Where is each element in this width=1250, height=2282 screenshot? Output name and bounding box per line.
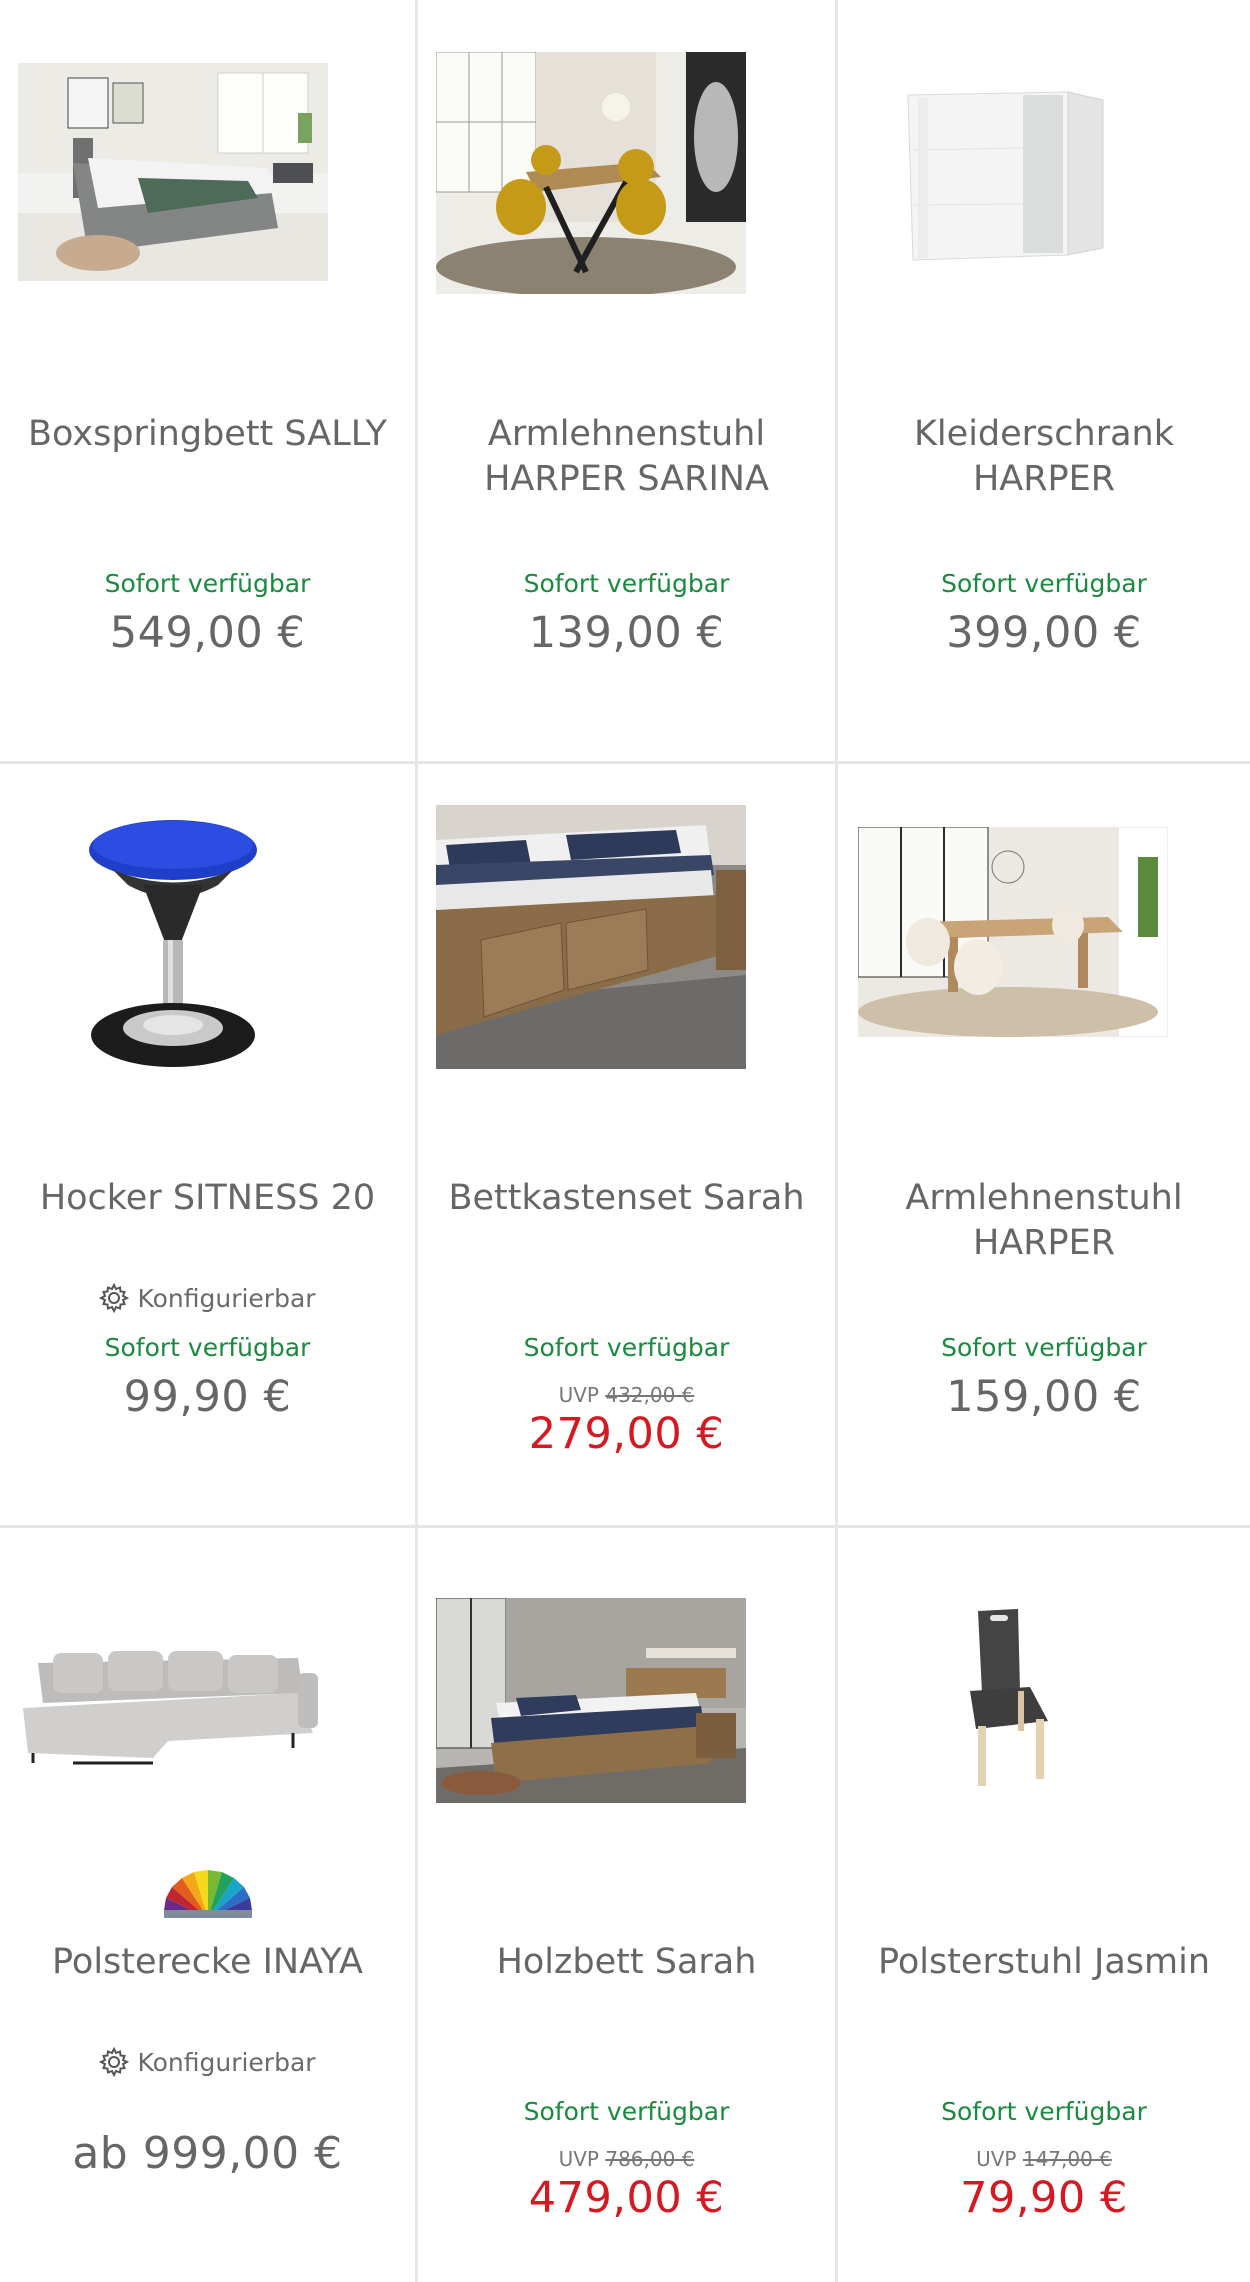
configurable-label: Konfigurierbar <box>137 2047 316 2077</box>
product-card-armlehnenstuhl-harper[interactable]: Armlehnenstuhl HARPER Sofort verfügbar 1… <box>838 764 1250 1528</box>
product-price: 159,00 € <box>946 1372 1142 1422</box>
product-title[interactable]: Kleiderschrank HARPER <box>838 412 1250 502</box>
availability-status: Sofort verfügbar <box>523 569 730 598</box>
product-image-bed[interactable] <box>18 62 328 282</box>
product-card-kleiderschrank-harper[interactable]: Kleiderschrank HARPER Sofort verfügbar 3… <box>838 0 1250 764</box>
product-card-holzbett-sarah[interactable]: Holzbett Sarah Sofort verfügbar UVP 786,… <box>418 1528 838 2282</box>
product-image-dining-set[interactable] <box>436 50 746 295</box>
uvp-old-price: 786,00 € <box>605 2147 695 2171</box>
product-card-boxspringbett-sally[interactable]: Boxspringbett SALLY Sofort verfügbar 549… <box>0 0 418 764</box>
availability-status: Sofort verfügbar <box>104 1333 311 1362</box>
color-palette-icon <box>0 1866 415 1920</box>
product-card-armlehnenstuhl-harper-sarina[interactable]: Armlehnenstuhl HARPER SARINA Sofort verf… <box>418 0 838 764</box>
availability-status: Sofort verfügbar <box>941 2097 1147 2126</box>
sale-price: 79,90 € <box>960 2173 1128 2223</box>
sale-price: 279,00 € <box>528 1409 725 1459</box>
product-image-storage-bed[interactable] <box>436 804 746 1069</box>
configurable-label: Konfigurierbar <box>137 1283 316 1313</box>
product-title[interactable]: Polsterstuhl Jasmin <box>838 1940 1250 1985</box>
product-card-polsterecke-inaya[interactable]: Polsterecke INAYA Konfigurierbar ab 999,… <box>0 1528 418 2282</box>
product-price: 139,00 € <box>528 608 725 658</box>
product-image-wardrobe[interactable] <box>858 50 1168 310</box>
uvp-old-price: 432,00 € <box>605 1383 695 1407</box>
gear-icon <box>99 1283 130 1313</box>
product-price: ab 999,00 € <box>72 2128 343 2179</box>
uvp-old-price: 147,00 € <box>1022 2147 1112 2171</box>
product-card-bettkastenset-sarah[interactable]: Bettkastenset Sarah Sofort verfügbar UVP… <box>418 764 838 1528</box>
configurable-badge: Konfigurierbar <box>0 1283 415 1313</box>
product-title[interactable]: Armlehnenstuhl HARPER <box>838 1176 1250 1266</box>
product-image-wood-bed[interactable] <box>436 1598 746 1803</box>
product-image-chair[interactable] <box>858 1598 1168 1798</box>
gear-icon <box>99 2047 130 2077</box>
product-title[interactable]: Boxspringbett SALLY <box>0 412 415 457</box>
uvp-price: UVP 432,00 € <box>418 1383 835 1407</box>
uvp-price: UVP 786,00 € <box>418 2147 835 2171</box>
product-title[interactable]: Hocker SITNESS 20 <box>0 1176 415 1221</box>
product-price: 99,90 € <box>123 1372 292 1422</box>
product-grid: Boxspringbett SALLY Sofort verfügbar 549… <box>0 0 1250 2282</box>
uvp-label: UVP <box>976 2147 1017 2171</box>
uvp-price: UVP 147,00 € <box>838 2147 1250 2171</box>
product-card-polsterstuhl-jasmin[interactable]: Polsterstuhl Jasmin Sofort verfügbar UVP… <box>838 1528 1250 2282</box>
uvp-label: UVP <box>558 1383 599 1407</box>
sale-price: 479,00 € <box>528 2173 725 2223</box>
product-price: 399,00 € <box>946 608 1142 658</box>
product-title[interactable]: Bettkastenset Sarah <box>418 1176 835 1221</box>
availability-status: Sofort verfügbar <box>523 2097 730 2126</box>
product-price: 549,00 € <box>109 608 306 658</box>
product-title[interactable]: Holzbett Sarah <box>418 1940 835 1985</box>
product-image-stool[interactable] <box>18 800 328 1080</box>
configurable-badge: Konfigurierbar <box>0 2047 415 2077</box>
availability-status: Sofort verfügbar <box>941 569 1147 598</box>
availability-status: Sofort verfügbar <box>941 1333 1147 1362</box>
availability-status: Sofort verfügbar <box>104 569 311 598</box>
availability-status: Sofort verfügbar <box>523 1333 730 1362</box>
product-card-hocker-sitness-20[interactable]: Hocker SITNESS 20 Konfigurierbar Sofort … <box>0 764 418 1528</box>
product-title[interactable]: Armlehnenstuhl HARPER SARINA <box>418 412 835 502</box>
product-image-sofa[interactable] <box>18 1608 328 1798</box>
uvp-label: UVP <box>558 2147 599 2171</box>
product-image-dining-room[interactable] <box>858 824 1168 1039</box>
product-title[interactable]: Polsterecke INAYA <box>0 1940 415 1985</box>
